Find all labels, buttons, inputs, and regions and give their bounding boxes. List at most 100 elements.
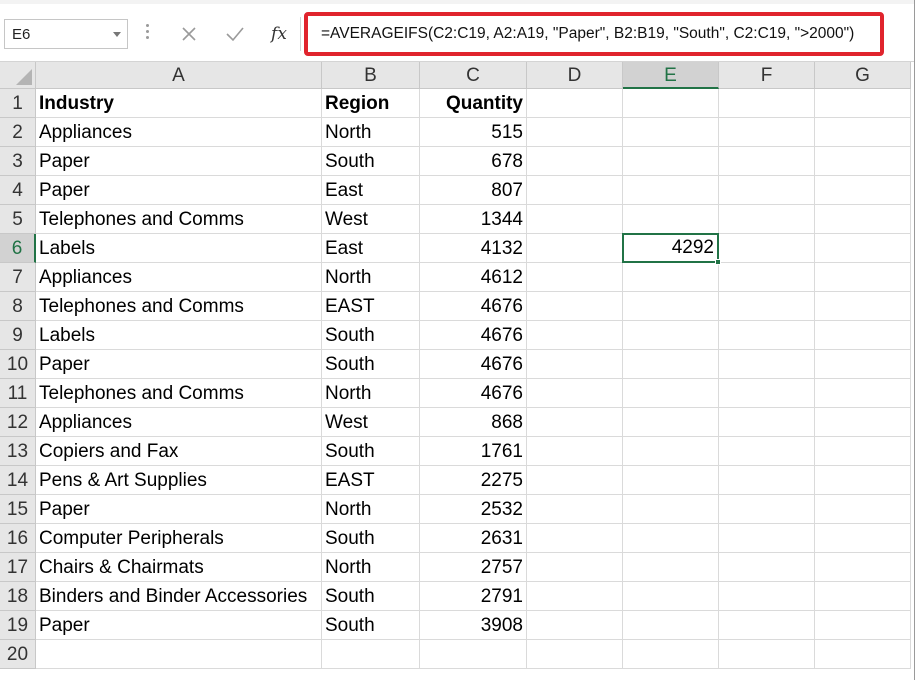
cell-b17[interactable]: North — [322, 553, 420, 582]
cell-e18[interactable] — [623, 582, 719, 611]
cell-c18[interactable]: 2791 — [420, 582, 527, 611]
cell-e16[interactable] — [623, 524, 719, 553]
cell-b18[interactable]: South — [322, 582, 420, 611]
cell-g5[interactable] — [815, 205, 911, 234]
cell-b3[interactable]: South — [322, 147, 420, 176]
cell-e3[interactable] — [623, 147, 719, 176]
cell-e1[interactable] — [623, 89, 719, 118]
cell-f10[interactable] — [719, 350, 815, 379]
cell-e7[interactable] — [623, 263, 719, 292]
cell-a17[interactable]: Chairs & Chairmats — [36, 553, 322, 582]
cell-e12[interactable] — [623, 408, 719, 437]
cell-c10[interactable]: 4676 — [420, 350, 527, 379]
row-header-7[interactable]: 7 — [0, 263, 36, 292]
cell-d17[interactable] — [527, 553, 623, 582]
row-header-2[interactable]: 2 — [0, 118, 36, 147]
cell-g14[interactable] — [815, 466, 911, 495]
cell-a13[interactable]: Copiers and Fax — [36, 437, 322, 466]
row-header-9[interactable]: 9 — [0, 321, 36, 350]
cell-c19[interactable]: 3908 — [420, 611, 527, 640]
cell-g11[interactable] — [815, 379, 911, 408]
cell-g12[interactable] — [815, 408, 911, 437]
cell-d7[interactable] — [527, 263, 623, 292]
cell-b8[interactable]: EAST — [322, 292, 420, 321]
cell-e8[interactable] — [623, 292, 719, 321]
cell-e2[interactable] — [623, 118, 719, 147]
cell-c13[interactable]: 1761 — [420, 437, 527, 466]
cell-a4[interactable]: Paper — [36, 176, 322, 205]
cell-c9[interactable]: 4676 — [420, 321, 527, 350]
cell-g2[interactable] — [815, 118, 911, 147]
cell-g6[interactable] — [815, 234, 911, 263]
cell-a3[interactable]: Paper — [36, 147, 322, 176]
cell-g8[interactable] — [815, 292, 911, 321]
cell-g19[interactable] — [815, 611, 911, 640]
cell-g1[interactable] — [815, 89, 911, 118]
cell-c17[interactable]: 2757 — [420, 553, 527, 582]
cell-e17[interactable] — [623, 553, 719, 582]
cell-c1[interactable]: Quantity — [420, 89, 527, 118]
cell-f18[interactable] — [719, 582, 815, 611]
cell-a6[interactable]: Labels — [36, 234, 322, 263]
cell-a11[interactable]: Telephones and Comms — [36, 379, 322, 408]
cell-g15[interactable] — [815, 495, 911, 524]
cell-c11[interactable]: 4676 — [420, 379, 527, 408]
cell-g13[interactable] — [815, 437, 911, 466]
cell-c16[interactable]: 2631 — [420, 524, 527, 553]
cell-f8[interactable] — [719, 292, 815, 321]
row-header-19[interactable]: 19 — [0, 611, 36, 640]
row-header-12[interactable]: 12 — [0, 408, 36, 437]
cell-f12[interactable] — [719, 408, 815, 437]
cell-b4[interactable]: East — [322, 176, 420, 205]
cell-c12[interactable]: 868 — [420, 408, 527, 437]
cell-f9[interactable] — [719, 321, 815, 350]
name-box[interactable]: E6 — [4, 19, 128, 49]
column-header-e[interactable]: E — [623, 62, 719, 89]
cell-b1[interactable]: Region — [322, 89, 420, 118]
cell-f2[interactable] — [719, 118, 815, 147]
cell-a2[interactable]: Appliances — [36, 118, 322, 147]
cell-b15[interactable]: North — [322, 495, 420, 524]
cell-e9[interactable] — [623, 321, 719, 350]
row-header-3[interactable]: 3 — [0, 147, 36, 176]
cell-a5[interactable]: Telephones and Comms — [36, 205, 322, 234]
row-header-13[interactable]: 13 — [0, 437, 36, 466]
cell-d1[interactable] — [527, 89, 623, 118]
enter-button[interactable] — [220, 20, 250, 48]
column-header-f[interactable]: F — [719, 62, 815, 89]
cell-a14[interactable]: Pens & Art Supplies — [36, 466, 322, 495]
cell-e19[interactable] — [623, 611, 719, 640]
cell-f11[interactable] — [719, 379, 815, 408]
cell-c5[interactable]: 1344 — [420, 205, 527, 234]
cell-f7[interactable] — [719, 263, 815, 292]
cell-a7[interactable]: Appliances — [36, 263, 322, 292]
cell-g7[interactable] — [815, 263, 911, 292]
fill-handle[interactable] — [715, 259, 721, 265]
cell-d19[interactable] — [527, 611, 623, 640]
cell-d12[interactable] — [527, 408, 623, 437]
select-all-button[interactable] — [0, 62, 36, 89]
cell-f3[interactable] — [719, 147, 815, 176]
cell-d9[interactable] — [527, 321, 623, 350]
cell-c4[interactable]: 807 — [420, 176, 527, 205]
cell-d6[interactable] — [527, 234, 623, 263]
cell-g9[interactable] — [815, 321, 911, 350]
cell-b2[interactable]: North — [322, 118, 420, 147]
cell-a18[interactable]: Binders and Binder Accessories — [36, 582, 322, 611]
row-header-14[interactable]: 14 — [0, 466, 36, 495]
cell-e20[interactable] — [623, 640, 719, 669]
cell-f19[interactable] — [719, 611, 815, 640]
cell-a9[interactable]: Labels — [36, 321, 322, 350]
cell-d11[interactable] — [527, 379, 623, 408]
cell-g10[interactable] — [815, 350, 911, 379]
cell-a20[interactable] — [36, 640, 322, 669]
column-header-a[interactable]: A — [36, 62, 322, 89]
cell-d2[interactable] — [527, 118, 623, 147]
cell-g4[interactable] — [815, 176, 911, 205]
chevron-down-icon[interactable] — [113, 32, 121, 37]
cell-b11[interactable]: North — [322, 379, 420, 408]
cell-e11[interactable] — [623, 379, 719, 408]
cell-g17[interactable] — [815, 553, 911, 582]
cell-f17[interactable] — [719, 553, 815, 582]
row-header-15[interactable]: 15 — [0, 495, 36, 524]
